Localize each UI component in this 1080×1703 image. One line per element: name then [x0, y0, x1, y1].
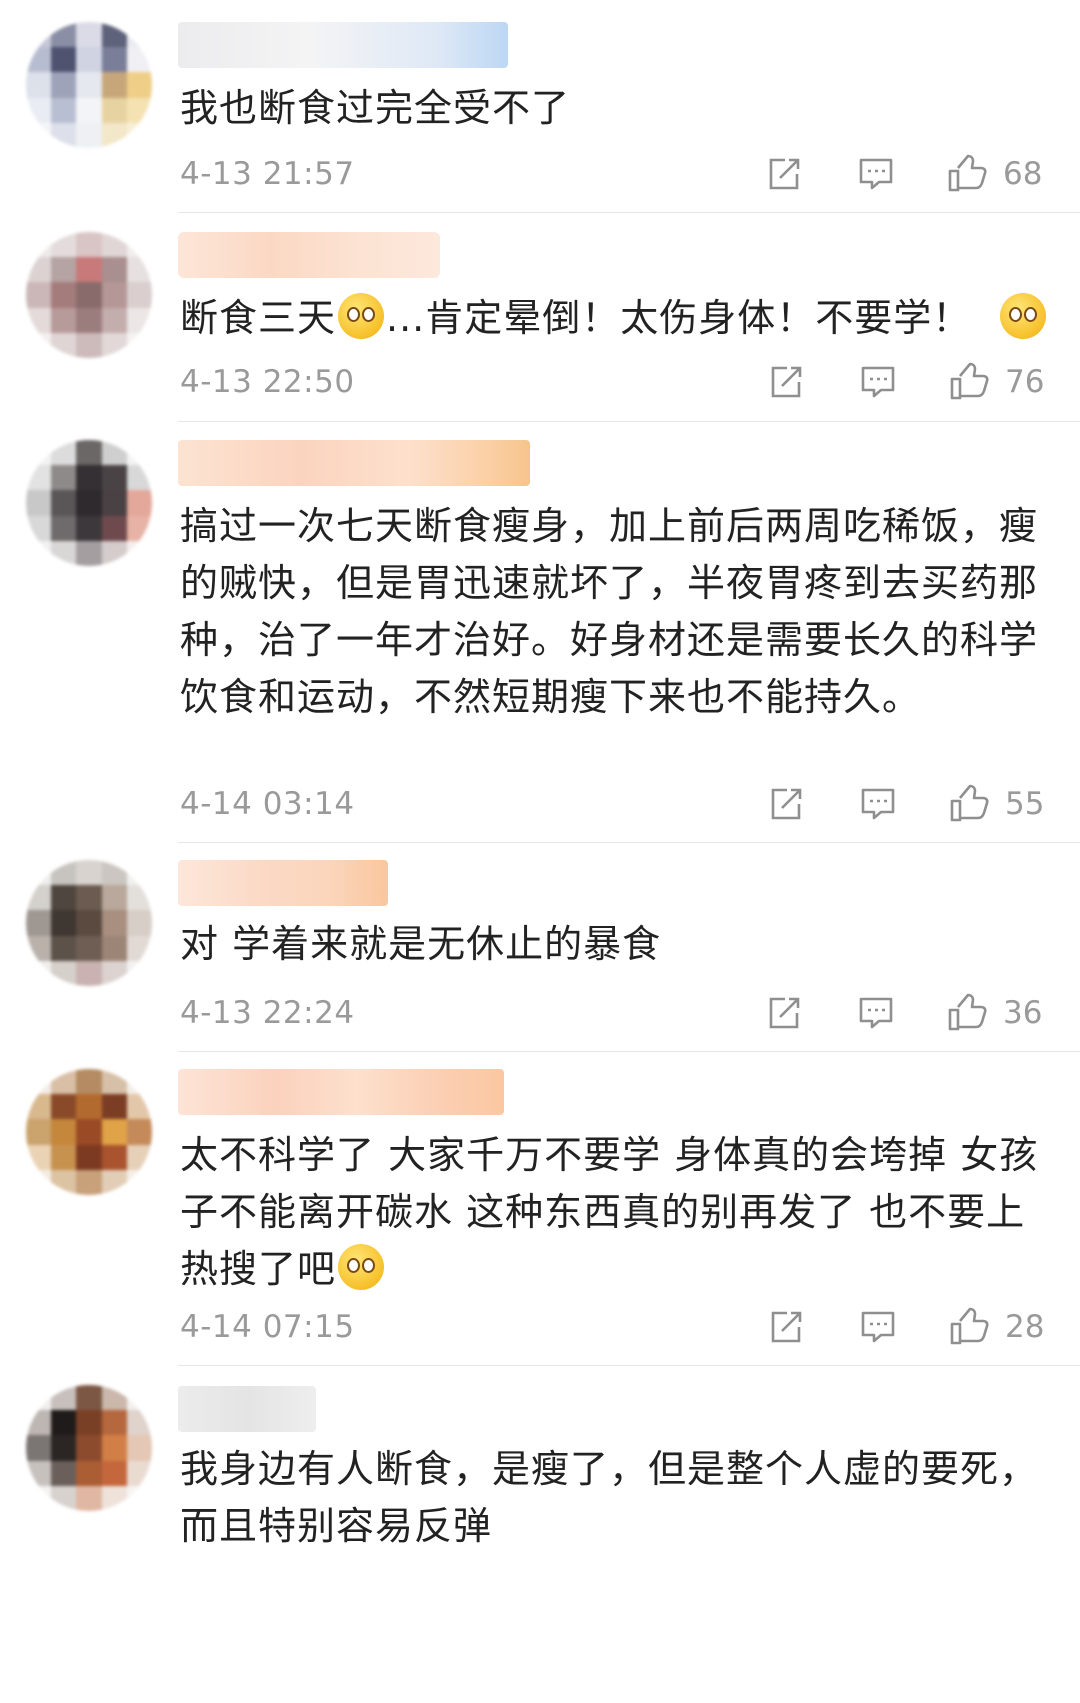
share-icon[interactable]	[764, 1305, 808, 1349]
like-count: 28	[1005, 1309, 1045, 1345]
comment-time: 4-13 22:50	[180, 364, 355, 400]
username-blurred[interactable]	[178, 860, 388, 906]
comment-text-part: ...肯定晕倒！太伤身体！不要学！	[386, 296, 972, 340]
divider	[178, 1365, 1080, 1366]
smirking-face-icon	[1000, 293, 1047, 339]
divider	[178, 421, 1080, 422]
comment-meta: 4-14 03:14 55	[180, 782, 1060, 832]
username-blurred[interactable]	[178, 22, 508, 68]
comment-time: 4-14 07:15	[180, 1309, 355, 1345]
comment-meta: 4-13 21:57 68	[180, 152, 1060, 202]
thumbs-up-icon[interactable]	[946, 782, 990, 826]
comment-text-part: 太不科学了 大家千万不要学 身体真的会垮掉 女孩子不能离开碳水 这种东西真的别再…	[180, 1133, 1039, 1291]
comment-text: 我也断食过完全受不了	[180, 86, 571, 130]
like-count: 55	[1005, 786, 1045, 822]
like-count: 68	[1003, 156, 1043, 192]
comment-text: 太不科学了 大家千万不要学 身体真的会垮掉 女孩子不能离开碳水 这种东西真的别再…	[180, 1127, 1050, 1298]
comment-time: 4-13 21:57	[180, 156, 355, 192]
thumbs-up-icon[interactable]	[944, 152, 988, 196]
username-blurred[interactable]	[178, 232, 440, 278]
comment-text: 对 学着来就是无休止的暴食	[180, 922, 662, 966]
comment-icon[interactable]	[856, 360, 900, 404]
comment-text: 搞过一次七天断食瘦身，加上前后两周吃稀饭，瘦的贼快，但是胃迅速就坏了，半夜胃疼到…	[180, 504, 1039, 719]
comment-text-part: 断食三天	[180, 296, 337, 340]
share-icon[interactable]	[762, 152, 806, 196]
username-blurred[interactable]	[178, 1069, 504, 1115]
comment-meta: 4-13 22:50 76	[180, 360, 1060, 410]
astonished-face-icon	[338, 293, 385, 339]
divider	[178, 1051, 1080, 1052]
thumbs-up-icon[interactable]	[946, 1305, 990, 1349]
share-icon[interactable]	[764, 782, 808, 826]
divider	[178, 842, 1080, 843]
like-count: 36	[1003, 995, 1043, 1031]
thumbs-up-icon[interactable]	[944, 991, 988, 1035]
comment-icon[interactable]	[854, 991, 898, 1035]
divider	[178, 212, 1080, 213]
avatar[interactable]	[26, 22, 152, 148]
comment-text: 断食三天 ...肯定晕倒！太伤身体！不要学！	[180, 290, 1050, 347]
share-icon[interactable]	[762, 991, 806, 1035]
avatar[interactable]	[26, 1069, 152, 1195]
comment-icon[interactable]	[856, 782, 900, 826]
comment-time: 4-13 22:24	[180, 995, 355, 1031]
comment-meta: 4-13 22:24 36	[180, 991, 1060, 1041]
eye-roll-face-icon	[338, 1244, 385, 1290]
comment-meta: 4-14 07:15 28	[180, 1305, 1060, 1355]
comment-icon[interactable]	[856, 1305, 900, 1349]
avatar[interactable]	[26, 232, 152, 358]
username-blurred[interactable]	[178, 440, 530, 486]
avatar[interactable]	[26, 1385, 152, 1511]
like-count: 76	[1005, 364, 1045, 400]
thumbs-up-icon[interactable]	[946, 360, 990, 404]
avatar[interactable]	[26, 440, 152, 566]
comment-icon[interactable]	[854, 152, 898, 196]
avatar[interactable]	[26, 860, 152, 986]
comment-text: 我身边有人断食，是瘦了，但是整个人虚的要死，而且特别容易反弹	[180, 1447, 1039, 1548]
share-icon[interactable]	[764, 360, 808, 404]
comment-time: 4-14 03:14	[180, 786, 355, 822]
username-blurred[interactable]	[178, 1386, 316, 1432]
